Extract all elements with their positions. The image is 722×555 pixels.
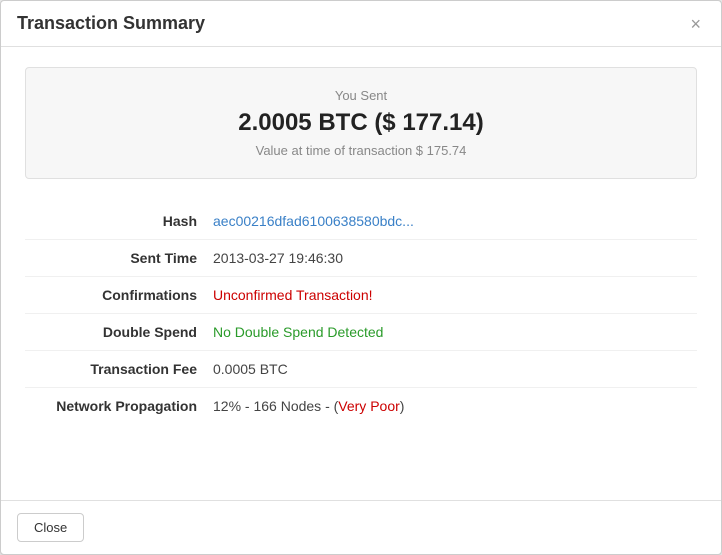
table-row: Network Propagation 12% - 166 Nodes - (V… [25, 388, 697, 425]
field-label-transaction-fee: Transaction Fee [25, 351, 205, 388]
dialog-footer: Close [1, 500, 721, 554]
close-x-button[interactable]: × [686, 15, 705, 33]
table-row: Confirmations Unconfirmed Transaction! [25, 277, 697, 314]
field-value-sent-time: 2013-03-27 19:46:30 [205, 240, 697, 277]
table-row: Transaction Fee 0.0005 BTC [25, 351, 697, 388]
summary-value: Value at time of transaction $ 175.74 [46, 143, 676, 158]
info-table: Hash aec00216dfad6100638580bdc... Sent T… [25, 203, 697, 424]
field-label-hash: Hash [25, 203, 205, 240]
field-label-network-propagation: Network Propagation [25, 388, 205, 425]
dialog-body: You Sent 2.0005 BTC ($ 177.14) Value at … [1, 47, 721, 500]
dialog-title: Transaction Summary [17, 13, 205, 34]
hash-link[interactable]: aec00216dfad6100638580bdc... [213, 213, 414, 229]
field-value-network-propagation: 12% - 166 Nodes - (Very Poor) [205, 388, 697, 425]
summary-box: You Sent 2.0005 BTC ($ 177.14) Value at … [25, 67, 697, 179]
field-value-confirmations: Unconfirmed Transaction! [205, 277, 697, 314]
summary-label: You Sent [46, 88, 676, 103]
summary-amount: 2.0005 BTC ($ 177.14) [46, 109, 676, 137]
close-button[interactable]: Close [17, 513, 84, 542]
table-row: Double Spend No Double Spend Detected [25, 314, 697, 351]
table-row: Sent Time 2013-03-27 19:46:30 [25, 240, 697, 277]
field-value-hash: aec00216dfad6100638580bdc... [205, 203, 697, 240]
dialog-header: Transaction Summary × [1, 1, 721, 47]
field-label-sent-time: Sent Time [25, 240, 205, 277]
table-row: Hash aec00216dfad6100638580bdc... [25, 203, 697, 240]
field-label-double-spend: Double Spend [25, 314, 205, 351]
field-value-double-spend: No Double Spend Detected [205, 314, 697, 351]
network-quality-label: Very Poor [338, 398, 399, 414]
field-value-transaction-fee: 0.0005 BTC [205, 351, 697, 388]
field-label-confirmations: Confirmations [25, 277, 205, 314]
transaction-summary-dialog: Transaction Summary × You Sent 2.0005 BT… [0, 0, 722, 555]
